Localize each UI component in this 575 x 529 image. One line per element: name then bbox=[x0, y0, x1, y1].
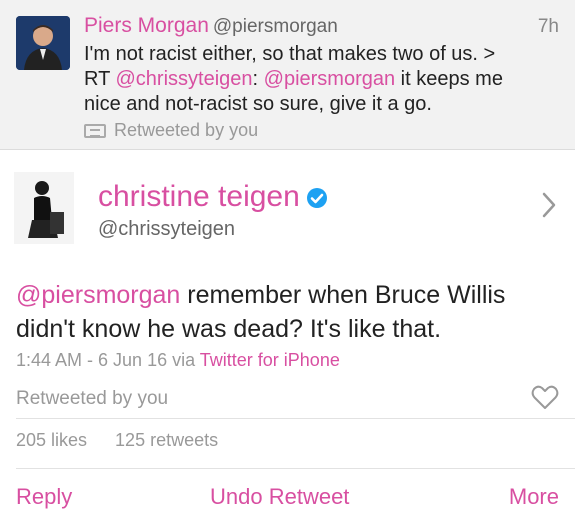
colon: : bbox=[252, 68, 264, 90]
tweet-text-line: nice and not-racist so sure, give it a g… bbox=[84, 93, 432, 115]
profile-name-text[interactable]: christine teigen bbox=[98, 180, 300, 213]
tweet-text-line: RT @chrissyteigen: @piersmorgan it keeps… bbox=[84, 67, 559, 92]
verified-badge-icon bbox=[306, 188, 327, 209]
timestamp: 1:44 AM - 6 Jun 16 via bbox=[16, 350, 200, 370]
retweeted-by-you: Retweeted by you bbox=[16, 388, 169, 409]
divider bbox=[16, 468, 575, 469]
tweet-time: 7h bbox=[537, 16, 559, 37]
tweet-metadata: 1:44 AM - 6 Jun 16 via Twitter for iPhon… bbox=[16, 350, 340, 371]
tweet-text-line: I'm not racist either, so that makes two… bbox=[84, 43, 496, 65]
like-heart-icon[interactable] bbox=[531, 384, 559, 410]
tweet-author[interactable]: Piers Morgan @piersmorgan bbox=[84, 14, 338, 38]
mention-link[interactable]: @chrissyteigen bbox=[116, 68, 253, 90]
tweet-text: I'm not racist either, so that makes two… bbox=[84, 42, 559, 117]
retweeted-tweet[interactable]: Piers Morgan @piersmorgan 7h I'm not raci… bbox=[0, 0, 575, 150]
retweeted-label: Retweeted by you bbox=[114, 120, 259, 140]
mention-link[interactable]: @piersmorgan bbox=[264, 68, 395, 90]
action-bar: Reply Undo Retweet More bbox=[0, 484, 575, 516]
main-tweet-text: @piersmorgan remember when Bruce Willis … bbox=[16, 278, 571, 346]
undo-retweet-button[interactable]: Undo Retweet bbox=[210, 484, 349, 510]
profile-name[interactable]: christine teigen bbox=[98, 180, 328, 214]
engagement-counts: 205 likes 125 retweets bbox=[16, 430, 246, 451]
source-link[interactable]: Twitter for iPhone bbox=[200, 350, 340, 370]
christine-teigen-avatar[interactable] bbox=[14, 172, 74, 244]
main-tweet-text-rest: remember when Bruce Willis bbox=[180, 281, 506, 309]
rt-prefix: RT bbox=[84, 68, 116, 90]
retweets-count[interactable]: 125 retweets bbox=[115, 430, 218, 450]
likes-count[interactable]: 205 likes bbox=[16, 430, 87, 450]
more-button[interactable]: More bbox=[509, 484, 559, 510]
reply-button[interactable]: Reply bbox=[16, 484, 72, 510]
retweeted-by-indicator: Retweeted by you bbox=[84, 120, 258, 141]
author-handle[interactable]: @piersmorgan bbox=[213, 16, 338, 37]
author-profile-row[interactable]: christine teigen @chrissyteigen bbox=[0, 150, 575, 260]
piers-morgan-avatar[interactable] bbox=[16, 16, 70, 70]
main-tweet-line: @piersmorgan remember when Bruce Willis bbox=[16, 278, 571, 312]
author-name[interactable]: Piers Morgan bbox=[84, 14, 209, 37]
chevron-right-icon[interactable] bbox=[539, 190, 559, 220]
main-tweet-line: didn't know he was dead? It's like that. bbox=[16, 315, 442, 343]
retweet-icon bbox=[84, 123, 106, 138]
mention-link[interactable]: @piersmorgan bbox=[16, 281, 180, 309]
divider bbox=[16, 418, 575, 419]
tweet-text-rest: it keeps me bbox=[395, 68, 503, 90]
profile-handle[interactable]: @chrissyteigen bbox=[98, 218, 235, 241]
